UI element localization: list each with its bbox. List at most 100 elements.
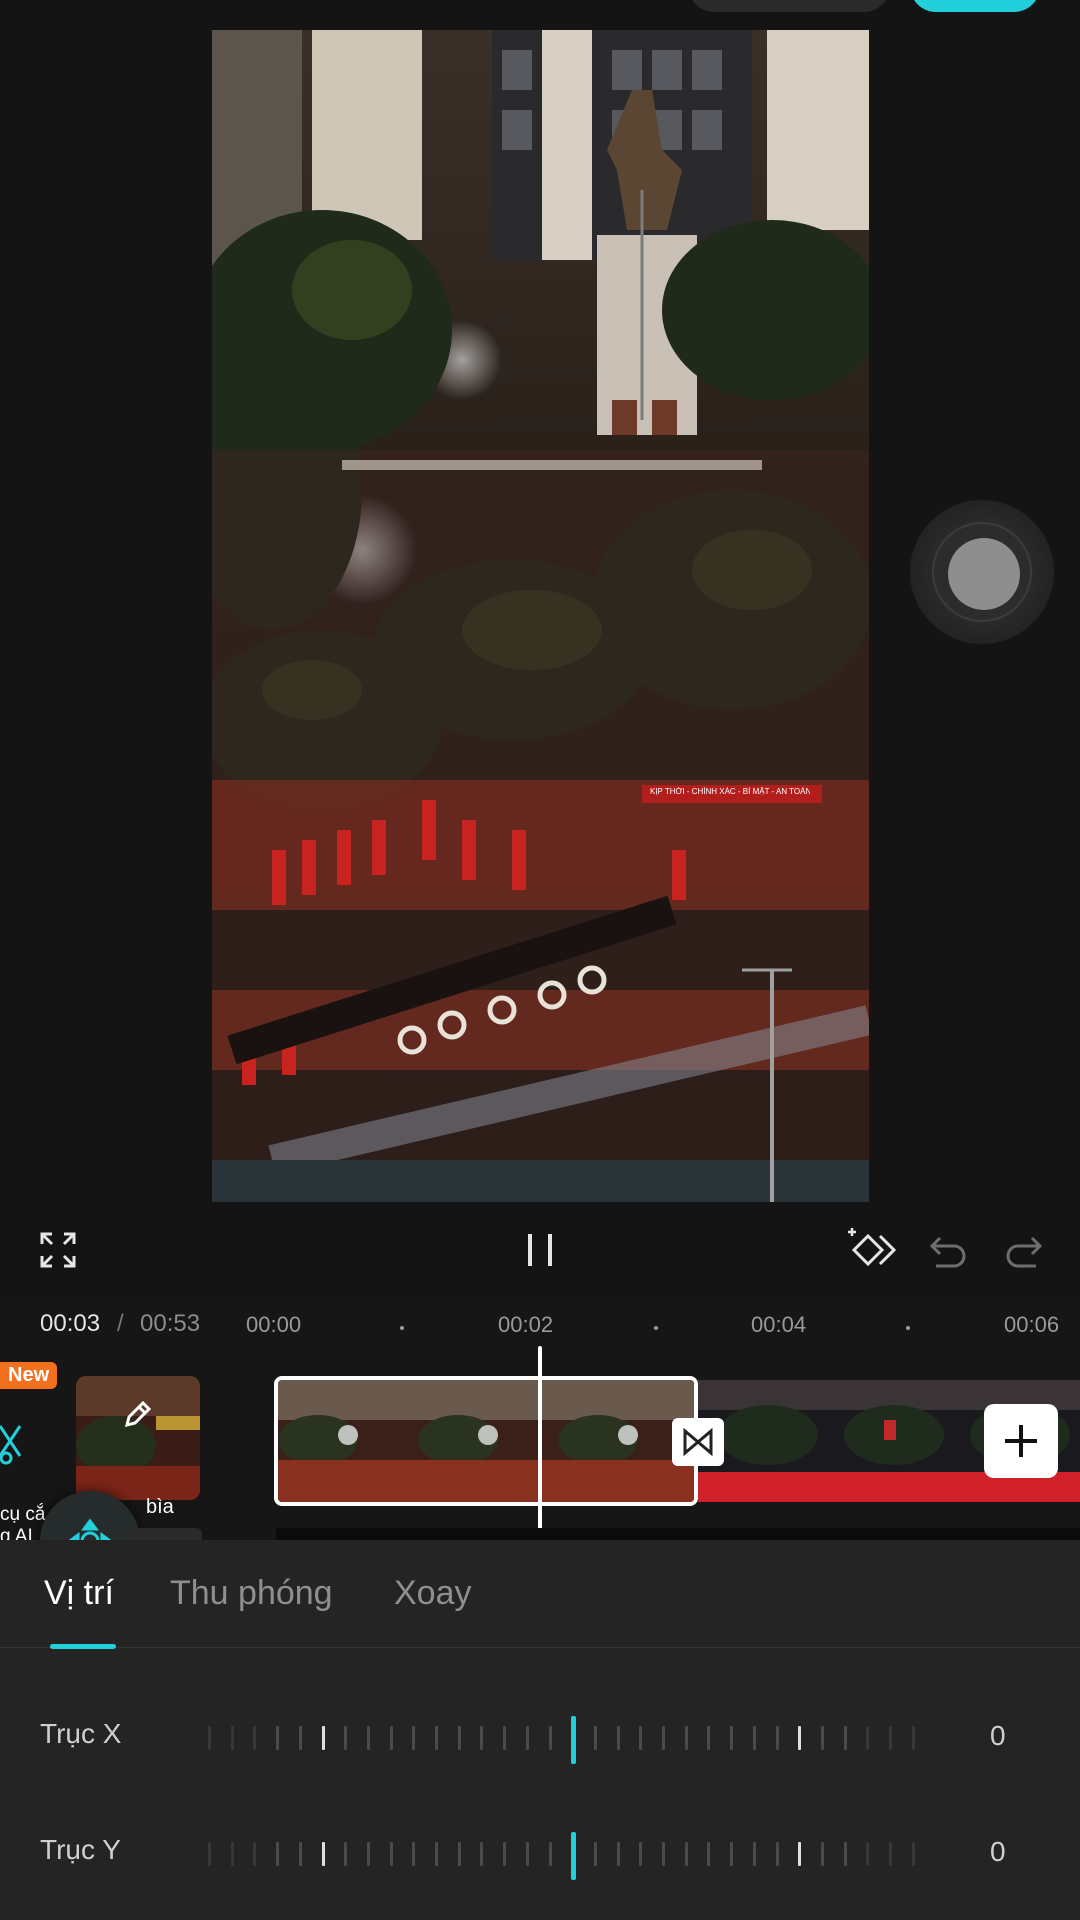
- ruler-tick: [344, 1842, 348, 1866]
- ruler-tick: [684, 1726, 688, 1750]
- floating-ball-core: [948, 538, 1020, 610]
- ruler-tick: [389, 1842, 393, 1866]
- ruler-tick: [593, 1842, 597, 1866]
- ruler-tick: [866, 1726, 870, 1750]
- ruler-tick: [866, 1842, 870, 1866]
- time-separator: /: [117, 1310, 124, 1337]
- ruler-tick: [798, 1726, 802, 1750]
- slider-x-label: Trục X: [40, 1718, 122, 1749]
- ruler-tick: [616, 1842, 620, 1866]
- tab-position[interactable]: Vị trí: [44, 1574, 114, 1613]
- new-badge: New: [0, 1362, 58, 1389]
- ruler-tick: [457, 1726, 461, 1750]
- tick-label: 00:04: [751, 1312, 807, 1337]
- tick-label: 00:06: [1004, 1312, 1060, 1337]
- ruler-tick: [525, 1842, 529, 1866]
- pause-icon[interactable]: [510, 1220, 570, 1280]
- ruler-tick: [684, 1842, 688, 1866]
- ruler-tick: [548, 1842, 552, 1866]
- ruler-tick: [730, 1842, 734, 1866]
- ruler-tick: [435, 1842, 438, 1866]
- ruler-tick: [298, 1726, 302, 1750]
- panel-tabs: Vị trí Thu phóng Xoay: [0, 1540, 1080, 1649]
- ruler-tick: [639, 1842, 643, 1866]
- floating-ball-ring: [932, 522, 1032, 622]
- ruler-tick: [593, 1726, 597, 1750]
- ruler-tick: [480, 1842, 484, 1866]
- ruler-tick: [230, 1726, 234, 1750]
- ruler-tick: [208, 1726, 211, 1750]
- slider-x-ruler[interactable]: [200, 1708, 920, 1768]
- ruler-tick: [298, 1842, 302, 1866]
- ruler-tick: [571, 1716, 577, 1764]
- slider-y-ruler[interactable]: [200, 1824, 920, 1884]
- ruler-tick: [707, 1726, 711, 1750]
- slider-y-label: Trục Y: [40, 1834, 121, 1865]
- ruler-tick: [503, 1842, 507, 1866]
- tick-label: 00:00: [246, 1312, 302, 1337]
- ruler-tick: [344, 1726, 348, 1750]
- ruler-tick: [639, 1726, 643, 1750]
- tick-dot: [906, 1326, 910, 1330]
- ruler-tick: [253, 1726, 257, 1750]
- total-time: 00:53: [140, 1310, 201, 1337]
- tick-label: 00:02: [498, 1312, 554, 1337]
- ruler-tick: [412, 1726, 416, 1750]
- ruler-tick: [321, 1842, 325, 1866]
- tick-dot: [654, 1326, 658, 1330]
- ruler-tick: [707, 1842, 711, 1866]
- track-handle[interactable]: [126, 1528, 202, 1540]
- ruler-tick: [662, 1726, 665, 1750]
- ruler-tick: [321, 1726, 325, 1750]
- tick-dot: [400, 1326, 404, 1330]
- current-time: 00:03: [40, 1310, 101, 1337]
- ruler-tick: [412, 1842, 416, 1866]
- ruler-tick: [889, 1726, 892, 1750]
- audio-track-bar[interactable]: [276, 1528, 1080, 1540]
- ruler-tick: [276, 1842, 280, 1866]
- redo-icon[interactable]: [994, 1220, 1054, 1280]
- active-tab-indicator: [50, 1644, 116, 1649]
- keyframe-add-icon[interactable]: [842, 1220, 902, 1280]
- cover-label: bìa: [146, 1496, 174, 1518]
- ruler-tick: [730, 1726, 734, 1750]
- ruler-tick: [208, 1842, 211, 1866]
- transform-panel: Vị trí Thu phóng Xoay Trục X 0 Trục Y 0: [0, 1540, 1080, 1920]
- ruler-tick: [548, 1726, 552, 1750]
- ruler-tick: [775, 1842, 779, 1866]
- export-button[interactable]: [910, 0, 1040, 12]
- ruler-tick: [798, 1842, 802, 1866]
- floating-assist-button[interactable]: [910, 500, 1054, 644]
- ruler-tick: [843, 1726, 847, 1750]
- transition-button[interactable]: [672, 1418, 724, 1466]
- ruler-tick: [457, 1842, 461, 1866]
- ruler-tick: [775, 1726, 779, 1750]
- preview-banner-text: KỊP THỜI - CHÍNH XÁC - BÍ MẬT - AN TOÀN: [650, 787, 810, 796]
- ruler-tick: [911, 1842, 915, 1866]
- tab-rotate[interactable]: Xoay: [394, 1574, 472, 1613]
- slider-y[interactable]: Trục Y 0: [0, 1824, 1080, 1884]
- fullscreen-icon[interactable]: [28, 1220, 88, 1280]
- add-clip-button[interactable]: [984, 1404, 1058, 1478]
- undo-icon[interactable]: [918, 1220, 978, 1280]
- ruler-tick: [230, 1842, 234, 1866]
- ruler-tick: [366, 1726, 370, 1750]
- ruler-tick: [662, 1842, 665, 1866]
- selected-clip-frames: [278, 1380, 694, 1502]
- tab-scale[interactable]: Thu phóng: [170, 1574, 333, 1613]
- video-preview[interactable]: KỊP THỜI - CHÍNH XÁC - BÍ MẬT - AN TOÀN: [212, 30, 869, 1202]
- selected-clip[interactable]: [274, 1376, 698, 1506]
- edit-pencil-icon[interactable]: [116, 1392, 160, 1436]
- slider-x-value: 0: [990, 1720, 1006, 1751]
- playhead[interactable]: [538, 1346, 542, 1540]
- scissors-icon[interactable]: [0, 1416, 30, 1466]
- timeline[interactable]: 00:03 / 00:53 00:00 00:02 00:04 00:06 bì…: [0, 1296, 1080, 1591]
- slider-y-value: 0: [990, 1836, 1006, 1867]
- time-ruler: 00:03 / 00:53 00:00 00:02 00:04 00:06: [0, 1310, 1080, 1350]
- slider-x[interactable]: Trục X 0: [0, 1708, 1080, 1768]
- ruler-tick: [571, 1832, 577, 1880]
- ruler-tick: [911, 1726, 915, 1750]
- ruler-tick: [752, 1726, 756, 1750]
- top-secondary-button[interactable]: [688, 0, 890, 12]
- ruler-tick: [389, 1726, 393, 1750]
